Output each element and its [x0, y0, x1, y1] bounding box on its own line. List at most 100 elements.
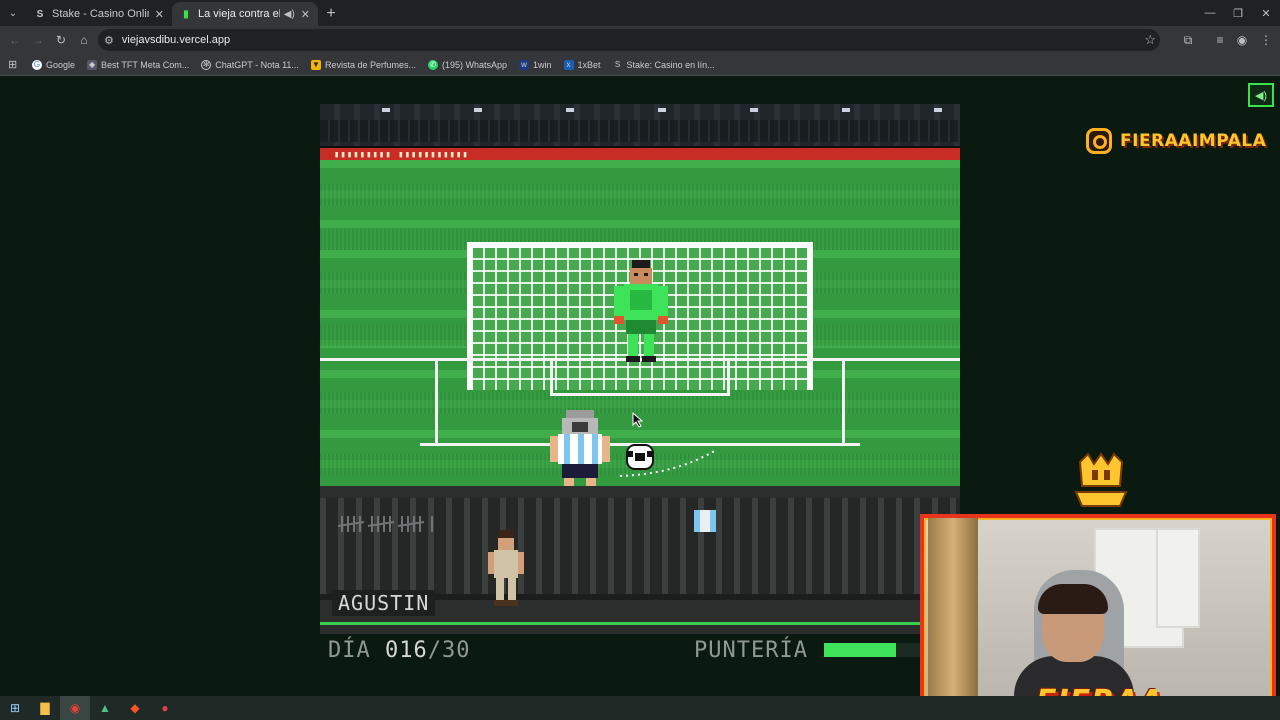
instagram-handle: FIERAAIMPALA [1120, 131, 1267, 151]
bookmark-label: 1win [533, 59, 552, 70]
whatsapp-icon: ✆ [427, 59, 438, 70]
tab-game[interactable]: ▮ La vieja contra el Dibu ◀) ✕ [172, 2, 318, 26]
bookmark-label: 1xBet [577, 59, 601, 70]
bookmark-chatgpt[interactable]: ✻ ChatGPT - Nota 11... [201, 59, 299, 70]
six-yard-right [727, 358, 730, 394]
bookmark-label: Google [46, 59, 76, 70]
file-explorer-icon[interactable]: ▇ [30, 696, 60, 720]
forward-icon[interactable]: → [27, 29, 49, 51]
new-tab-button[interactable]: + [318, 2, 344, 26]
bookmark-label: Revista de Perfumes... [324, 59, 416, 70]
reload-icon[interactable]: ↻ [50, 29, 72, 51]
aim-trajectory [619, 449, 717, 477]
windows-start-icon[interactable]: ⊞ [0, 696, 30, 720]
chatgpt-icon: ✻ [201, 59, 212, 70]
bookmark-1win[interactable]: w 1win [519, 59, 552, 70]
tally-marks [338, 516, 433, 532]
tft-icon: ◆ [87, 59, 98, 70]
prison-scene: AGUSTIN [320, 486, 960, 634]
tab-title: La vieja contra el Dibu [198, 8, 280, 20]
six-yard-left [550, 358, 553, 394]
taskbar: ⊞ ▇ ◉ ▲ ◆ ● [0, 696, 1280, 720]
media-icon[interactable]: ≡ [1210, 30, 1230, 50]
minimize-icon[interactable]: — [1196, 0, 1224, 26]
player-name-tag: AGUSTIN [332, 590, 436, 616]
crown-icon [1074, 452, 1128, 507]
chrome-icon[interactable]: ◉ [60, 696, 90, 720]
toolbar: ← → ↻ ⌂ ⚙ viejavsdibu.vercel.app ☆ ⧉ ≡ ◉… [0, 26, 1280, 54]
stake-icon: S [614, 60, 621, 69]
instagram-overlay: FIERAAIMPALA [1086, 128, 1266, 154]
day-label: DÍA [328, 638, 371, 663]
day-current: 016 [385, 638, 428, 663]
goalkeeper-sprite [614, 260, 668, 362]
mouse-cursor-icon [632, 412, 644, 428]
bookmark-1xbet[interactable]: x 1xBet [563, 59, 601, 70]
tab-stake[interactable]: S Stake - Casino Online y Apuest ✕ [26, 2, 172, 26]
bookmark-label: ChatGPT - Nota 11... [215, 59, 299, 70]
window-controls: — ❐ ✕ [1196, 0, 1280, 26]
address-bar[interactable]: ⚙ viejavsdibu.vercel.app ☆ [98, 29, 1160, 51]
webcam-shelf [1156, 528, 1200, 628]
game-canvas[interactable]: ▮▮▮▮▮▮▮▮▮ ▮▮▮▮▮▮▮▮▮▮▮ AGUSTIN [320, 104, 960, 634]
apps-grid-icon[interactable]: ⊞ [8, 58, 22, 71]
app-icon[interactable]: ● [150, 696, 180, 720]
close-tab-icon[interactable]: ✕ [155, 8, 164, 21]
bookmarks-bar: ⊞ G Google ◆ Best TFT Meta Com... ✻ ChatGPT… [0, 54, 1280, 76]
tab-search-icon[interactable]: ⌄ [0, 0, 26, 26]
page-content: ▮▮▮▮▮▮▮▮▮ ▮▮▮▮▮▮▮▮▮▮▮ AGUSTIN DÍA 016/30… [0, 76, 1280, 719]
app-icon[interactable]: ▲ [90, 696, 120, 720]
aim-meter-fill [824, 643, 896, 657]
streamer-hair [1038, 584, 1108, 614]
six-yard-front [550, 393, 730, 396]
prisoner-sprite [488, 530, 524, 606]
menu-icon[interactable]: ⋮ [1256, 30, 1276, 50]
webcam-curtain [928, 518, 978, 708]
stake-icon: S [36, 8, 44, 20]
restore-icon[interactable]: ❐ [1224, 0, 1252, 26]
bookmark-tft[interactable]: ◆ Best TFT Meta Com... [87, 59, 190, 70]
penalty-box-right [842, 358, 845, 444]
home-icon[interactable]: ⌂ [73, 29, 95, 51]
day-total: /30 [427, 638, 471, 663]
sound-toggle-button[interactable]: ◀) [1248, 83, 1274, 107]
profile-avatar[interactable]: ◉ [1232, 30, 1252, 50]
site-info-icon[interactable]: ⚙ [104, 34, 114, 47]
back-icon[interactable]: ← [4, 29, 26, 51]
tab-strip: ⌄ S Stake - Casino Online y Apuest ✕ ▮ L… [0, 0, 1280, 26]
hud-divider [320, 622, 960, 625]
game-hud: DÍA 016/30 PUNTERÍA [320, 634, 960, 674]
tab-title: Stake - Casino Online y Apuest [52, 8, 149, 20]
bookmark-perfumes[interactable]: ▼ Revista de Perfumes... [310, 59, 416, 70]
perfume-icon: ▼ [310, 59, 321, 70]
close-tab-icon[interactable]: ✕ [301, 8, 310, 21]
flag-poster [694, 510, 716, 532]
1win-icon: w [519, 59, 530, 70]
grass-band [320, 184, 960, 206]
google-icon: G [32, 59, 42, 70]
game-icon: ▮ [183, 8, 189, 20]
penalty-box-left [435, 358, 438, 444]
ad-banner: ▮▮▮▮▮▮▮▮▮ ▮▮▮▮▮▮▮▮▮▮▮ [320, 146, 960, 160]
close-window-icon[interactable]: ✕ [1252, 0, 1280, 26]
extensions-icon[interactable]: ⧉ [1178, 30, 1198, 50]
bookmark-google[interactable]: G Google [32, 59, 76, 70]
bookmark-label: Stake: Casino en lín... [626, 59, 715, 70]
aim-meter [824, 643, 934, 657]
banner-marks: ▮▮▮▮▮▮▮▮▮ ▮▮▮▮▮▮▮▮▮▮▮ [334, 150, 469, 160]
bookmark-label: Best TFT Meta Com... [101, 59, 190, 70]
pitch [320, 160, 960, 504]
bookmark-stake[interactable]: S Stake: Casino en lín... [613, 60, 715, 70]
1xbet-icon: x [563, 59, 574, 70]
prison-bars [320, 498, 960, 594]
day-counter: DÍA 016/30 [328, 638, 471, 663]
bookmark-star-icon[interactable]: ☆ [1144, 32, 1156, 48]
bookmark-label: (195) WhatsApp [441, 59, 508, 70]
bookmark-whatsapp[interactable]: ✆ (195) WhatsApp [427, 59, 508, 70]
instagram-icon [1086, 128, 1112, 154]
url-text: viejavsdibu.vercel.app [121, 34, 231, 46]
aim-label: PUNTERÍA [694, 638, 808, 663]
brave-icon[interactable]: ◆ [120, 696, 150, 720]
tab-audio-icon[interactable]: ◀) [284, 9, 295, 20]
stadium-stands [320, 104, 960, 146]
